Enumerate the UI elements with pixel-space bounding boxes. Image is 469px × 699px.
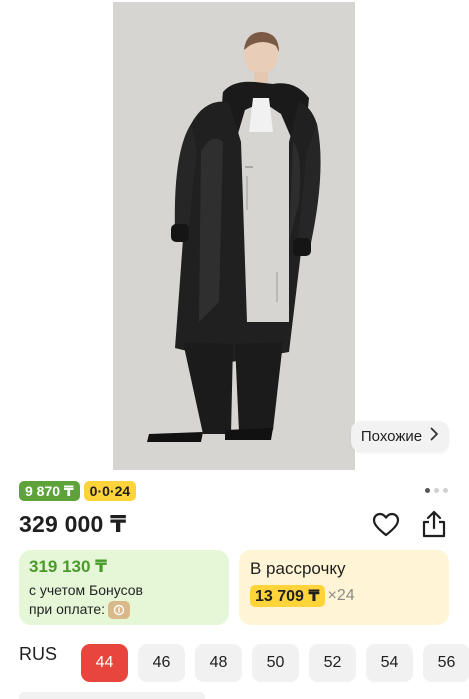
- page-dot: [425, 488, 430, 493]
- bonus-line-2: при оплате:: [29, 600, 219, 620]
- gallery-page-indicator: [425, 488, 448, 493]
- product-photo[interactable]: [113, 2, 355, 470]
- page-dot: [434, 488, 439, 493]
- size-option-52[interactable]: 52: [309, 644, 356, 682]
- installment-count: ×24: [327, 587, 355, 604]
- badge-row: 9 870 ₸ 0·0·24: [19, 481, 137, 501]
- installment-title: В рассрочку: [250, 559, 346, 578]
- similar-button[interactable]: Похожие: [351, 421, 449, 452]
- installment-badge: 0·0·24: [83, 481, 137, 501]
- size-option-50[interactable]: 50: [252, 644, 299, 682]
- heart-icon[interactable]: [372, 512, 400, 538]
- bonus-price-card[interactable]: 319 130 ₸ с учетом Бонусов при оплате:: [19, 550, 229, 625]
- chevron-right-icon: [430, 427, 439, 446]
- bonus-line-1: с учетом Бонусов: [29, 582, 143, 598]
- product-gallery[interactable]: Похожие: [0, 0, 469, 470]
- size-system-row: RUS: [19, 644, 81, 665]
- share-icon[interactable]: [420, 509, 448, 539]
- bonus-badge: 9 870 ₸: [19, 481, 80, 501]
- page-dot: [443, 488, 448, 493]
- size-selector[interactable]: 44 46 48 50 52 54 56: [81, 644, 469, 684]
- size-option-48[interactable]: 48: [195, 644, 242, 682]
- size-option-46[interactable]: 46: [138, 644, 185, 682]
- similar-label: Похожие: [360, 428, 423, 445]
- bonus-description: с учетом Бонусов при оплате:: [29, 581, 219, 620]
- size-system-label[interactable]: RUS: [19, 644, 81, 665]
- size-option-44[interactable]: 44: [81, 644, 128, 682]
- size-option-56[interactable]: 56: [423, 644, 469, 682]
- bonus-price: 319 130 ₸: [29, 557, 108, 576]
- next-section-hint: [19, 692, 205, 699]
- wallet-icon: [108, 601, 131, 620]
- product-photo-image: [113, 2, 355, 470]
- bonus-line-2-text: при оплате:: [29, 601, 106, 617]
- installment-amount: 13 709 ₸: [250, 585, 325, 607]
- installment-row: 13 709 ₸ ×24: [250, 585, 438, 607]
- product-price: 329 000 ₸: [19, 511, 127, 537]
- size-option-54[interactable]: 54: [366, 644, 413, 682]
- installment-card[interactable]: В рассрочку 13 709 ₸ ×24: [239, 550, 449, 625]
